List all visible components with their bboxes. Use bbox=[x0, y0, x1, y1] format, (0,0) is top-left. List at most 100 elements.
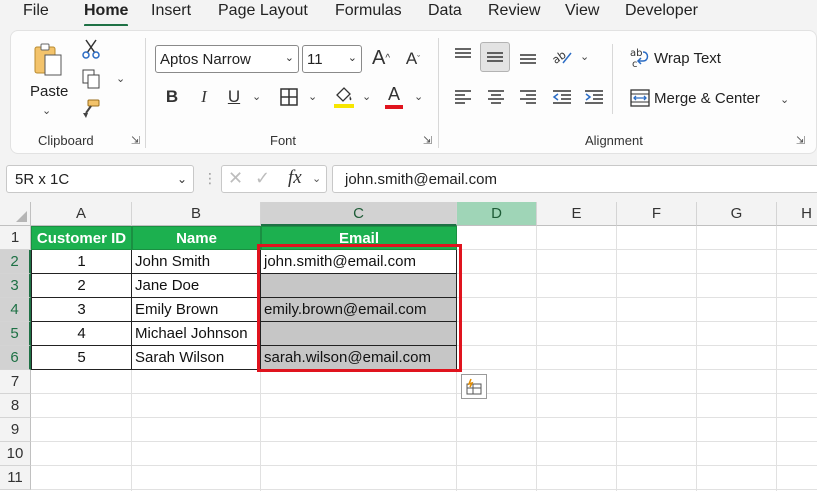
table-cell[interactable]: Jane Doe bbox=[132, 274, 261, 298]
paste-icon[interactable] bbox=[30, 40, 66, 80]
tab-page-layout[interactable]: Page Layout bbox=[218, 2, 308, 20]
table-cell[interactable]: sarah.wilson@email.com bbox=[261, 346, 457, 370]
borders-dropdown-icon[interactable]: ⌄ bbox=[308, 90, 317, 103]
borders-icon[interactable] bbox=[278, 86, 300, 108]
table-cell[interactable] bbox=[261, 274, 457, 298]
font-size-select[interactable]: 11 ⌄ bbox=[302, 45, 362, 73]
table-cell[interactable]: 1 bbox=[31, 250, 132, 274]
orientation-dropdown-icon[interactable]: ⌄ bbox=[580, 50, 589, 63]
cancel-icon[interactable]: ✕ bbox=[228, 168, 243, 189]
column-header-g[interactable]: G bbox=[697, 202, 777, 226]
table-cell[interactable]: Michael Johnson bbox=[132, 322, 261, 346]
tab-data[interactable]: Data bbox=[428, 2, 462, 20]
row-header-9[interactable]: 9 bbox=[0, 418, 31, 442]
table-cell[interactable]: john.smith@email.com bbox=[261, 250, 457, 274]
row-header-7[interactable]: 7 bbox=[0, 370, 31, 394]
format-painter-icon[interactable] bbox=[80, 98, 102, 120]
copy-icon[interactable] bbox=[80, 68, 102, 90]
formula-input[interactable]: john.smith@email.com bbox=[332, 165, 817, 193]
table-cell[interactable]: 4 bbox=[31, 322, 132, 346]
row-header-10[interactable]: 10 bbox=[0, 442, 31, 466]
tab-home[interactable]: Home bbox=[84, 2, 128, 20]
align-top-icon[interactable] bbox=[451, 44, 475, 66]
more-icon: ⋮ bbox=[203, 170, 217, 186]
column-header-a[interactable]: A bbox=[31, 202, 132, 226]
font-group-label: Font bbox=[270, 133, 297, 148]
column-header-f[interactable]: F bbox=[617, 202, 697, 226]
cut-icon[interactable] bbox=[80, 38, 102, 60]
merge-center-button[interactable]: Merge & Center bbox=[654, 90, 760, 107]
tab-developer[interactable]: Developer bbox=[625, 2, 698, 20]
table-cell[interactable]: 5 bbox=[31, 346, 132, 370]
row-header-6[interactable]: 6 bbox=[0, 346, 31, 370]
row-header-3[interactable]: 3 bbox=[0, 274, 31, 298]
tab-formulas[interactable]: Formulas bbox=[335, 2, 402, 20]
quick-analysis-icon[interactable] bbox=[461, 374, 487, 399]
align-right-icon[interactable] bbox=[516, 86, 540, 108]
increase-indent-icon[interactable] bbox=[582, 86, 606, 108]
grid-col-line bbox=[131, 370, 132, 491]
column-header-b[interactable]: B bbox=[132, 202, 261, 226]
chevron-down-icon[interactable]: ⌄ bbox=[312, 172, 321, 185]
tab-view[interactable]: View bbox=[565, 2, 599, 20]
font-name-value: Aptos Narrow bbox=[160, 50, 251, 68]
column-header-c[interactable]: C bbox=[261, 202, 457, 226]
tab-review[interactable]: Review bbox=[488, 2, 540, 20]
alignment-launcher-icon[interactable]: ⇲ bbox=[796, 134, 805, 147]
table-cell[interactable]: Sarah Wilson bbox=[132, 346, 261, 370]
font-color-dropdown-icon[interactable]: ⌄ bbox=[414, 90, 423, 103]
tab-file[interactable]: File bbox=[23, 2, 49, 20]
clipboard-launcher-icon[interactable]: ⇲ bbox=[131, 134, 140, 147]
row-header-8[interactable]: 8 bbox=[0, 394, 31, 418]
decrease-indent-icon[interactable] bbox=[550, 86, 574, 108]
increase-font-icon[interactable]: A ^ bbox=[370, 46, 392, 70]
table-cell[interactable]: emily.brown@email.com bbox=[261, 298, 457, 322]
orientation-icon[interactable]: ab bbox=[550, 45, 574, 69]
table-cell[interactable] bbox=[261, 322, 457, 346]
align-center-icon[interactable] bbox=[484, 86, 508, 108]
row-header-11[interactable]: 11 bbox=[0, 466, 31, 490]
group-separator bbox=[145, 38, 146, 148]
paste-label[interactable]: Paste bbox=[30, 83, 68, 100]
fill-color-icon[interactable] bbox=[332, 84, 356, 110]
paste-dropdown-icon[interactable]: ⌄ bbox=[42, 104, 51, 117]
table-cell[interactable]: John Smith bbox=[132, 250, 261, 274]
wrap-text-button[interactable]: Wrap Text bbox=[654, 50, 721, 67]
insert-function-icon[interactable]: fx bbox=[288, 167, 302, 189]
header-cell-name[interactable]: Name bbox=[132, 226, 261, 250]
row-header-4[interactable]: 4 bbox=[0, 298, 31, 322]
row-header-1[interactable]: 1 bbox=[0, 226, 31, 250]
header-cell-email[interactable]: Email bbox=[261, 226, 457, 250]
column-header-h[interactable]: H bbox=[777, 202, 817, 226]
align-bottom-icon[interactable] bbox=[516, 46, 540, 68]
font-launcher-icon[interactable]: ⇲ bbox=[423, 134, 432, 147]
merge-center-icon[interactable] bbox=[628, 87, 652, 109]
font-name-select[interactable]: Aptos Narrow ⌄ bbox=[155, 45, 299, 73]
align-left-icon[interactable] bbox=[451, 86, 475, 108]
table-cell[interactable]: 3 bbox=[31, 298, 132, 322]
name-box[interactable]: 5R x 1C ⌄ bbox=[6, 165, 194, 193]
row-header-2[interactable]: 2 bbox=[0, 250, 31, 274]
italic-button[interactable]: I bbox=[194, 86, 214, 108]
underline-dropdown-icon[interactable]: ⌄ bbox=[252, 90, 261, 103]
font-color-icon[interactable]: A bbox=[384, 84, 404, 110]
align-middle-icon[interactable] bbox=[480, 42, 510, 72]
copy-dropdown-icon[interactable]: ⌄ bbox=[116, 72, 125, 85]
select-all-corner[interactable] bbox=[0, 202, 31, 226]
enter-icon[interactable]: ✓ bbox=[255, 168, 270, 189]
table-cell[interactable]: 2 bbox=[31, 274, 132, 298]
column-header-e[interactable]: E bbox=[537, 202, 617, 226]
grid-col-line bbox=[260, 370, 261, 491]
wrap-text-icon[interactable]: ab c bbox=[628, 46, 652, 70]
fill-color-dropdown-icon[interactable]: ⌄ bbox=[362, 90, 371, 103]
row-header-5[interactable]: 5 bbox=[0, 322, 31, 346]
grid-col-line bbox=[616, 226, 617, 491]
header-cell-customer-id[interactable]: Customer ID bbox=[31, 226, 132, 250]
column-header-d[interactable]: D bbox=[457, 202, 537, 226]
table-cell[interactable]: Emily Brown bbox=[132, 298, 261, 322]
decrease-font-icon[interactable]: Aˇ bbox=[402, 48, 424, 70]
bold-button[interactable]: B bbox=[162, 86, 182, 108]
merge-dropdown-icon[interactable]: ⌄ bbox=[780, 93, 789, 106]
underline-button[interactable]: U bbox=[224, 86, 244, 108]
tab-insert[interactable]: Insert bbox=[151, 2, 191, 20]
